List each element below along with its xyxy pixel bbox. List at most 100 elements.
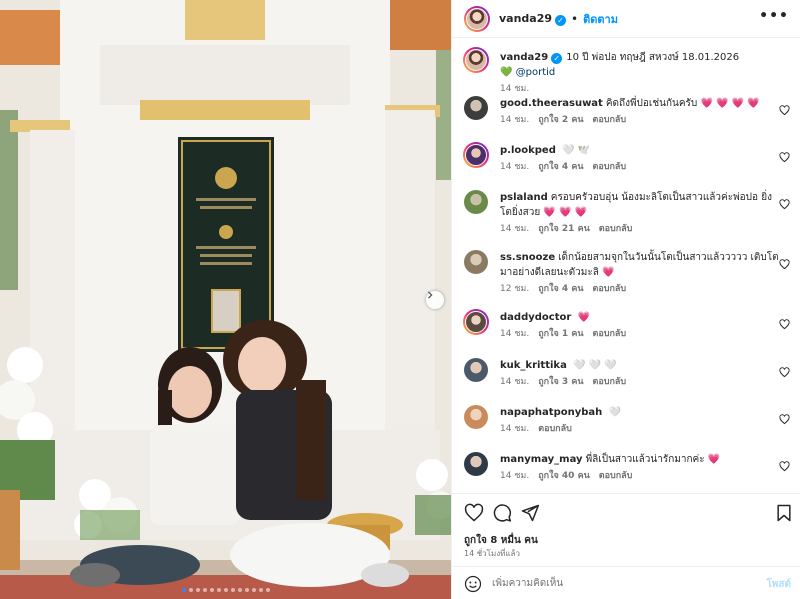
post-actions: ถูกใจ 8 หมื่น คน 14 ชั่วโมงที่แล้ว — [452, 493, 800, 563]
carousel-dot — [230, 588, 235, 592]
author-username[interactable]: vanda29 ✓ — [499, 11, 567, 26]
commenter-avatar[interactable] — [464, 250, 488, 274]
author-avatar[interactable] — [464, 5, 490, 32]
follow-button[interactable]: ติดตาม — [583, 10, 618, 28]
commenter-username[interactable]: ss.snooze — [500, 252, 555, 263]
post-photo[interactable] — [0, 0, 451, 599]
comment-text: คิดถึงพี่ปอเช่นกันครับ — [605, 98, 698, 109]
comment-emoji: 💗 💗 💗 💗 — [700, 98, 760, 109]
carousel-dot — [265, 588, 270, 592]
comment-body: pslaland ครอบครัวอบอุ่น น้องมะลิโตเป็นสาว… — [500, 190, 780, 235]
commenter-username[interactable]: good.theerasuwat — [500, 98, 603, 109]
reply-button[interactable]: ตอบกลับ — [593, 115, 627, 125]
reply-button[interactable]: ตอบกลับ — [599, 471, 633, 481]
comment-emoji: 💗 — [602, 267, 615, 278]
carousel-dot — [188, 588, 193, 592]
avatar-image — [465, 311, 487, 333]
post-comment-button[interactable]: โพสต์ — [766, 577, 791, 592]
comment-likes[interactable]: ถูกใจ 1 คน — [538, 329, 583, 339]
commenter-username[interactable]: pslaland — [500, 192, 548, 203]
comment-icon[interactable] — [492, 503, 512, 523]
commenter-avatar[interactable] — [463, 309, 489, 335]
save-bookmark-icon[interactable] — [774, 503, 794, 523]
comment-likes[interactable]: ถูกใจ 40 คน — [538, 471, 590, 481]
commenter-username[interactable]: manymay_may — [500, 454, 583, 465]
comment-likes[interactable]: ถูกใจ 4 คน — [538, 162, 583, 172]
carousel-dot — [237, 588, 242, 592]
carousel-dot — [244, 588, 249, 592]
comment-body: good.theerasuwat คิดถึงพี่ปอเช่นกันครับ 💗… — [500, 96, 780, 126]
comment-emoji: 💗 💗 💗 — [543, 207, 588, 218]
commenter-username[interactable]: daddydoctor — [500, 312, 571, 323]
commenter-username[interactable]: napaphatponybah — [500, 407, 602, 418]
reply-button[interactable]: ตอบกลับ — [538, 424, 572, 434]
comment-emoji: 💗 — [707, 454, 721, 465]
comment-body: manymay_may พี่ลิเป็นสาวแล้วน่ารักมากค่ะ … — [500, 452, 780, 482]
comment-likes[interactable]: ถูกใจ 3 คน — [538, 377, 583, 387]
comment-emoji: 🤍 🕊️ — [562, 145, 591, 156]
comment-time: 14 ชม. — [500, 115, 530, 125]
comment-likes[interactable]: ถูกใจ 2 คน — [538, 115, 583, 125]
post-header: vanda29 ✓ • ติดตาม ••• — [452, 0, 800, 38]
commenter-avatar[interactable] — [464, 405, 488, 429]
caption-emoji: 💚 — [500, 67, 513, 78]
comment-like-heart-icon[interactable] — [779, 259, 790, 270]
carousel-next-button[interactable] — [426, 291, 444, 309]
carousel-dots — [0, 588, 451, 592]
header-separator: • — [571, 11, 579, 26]
reply-button[interactable]: ตอบกลับ — [599, 224, 633, 234]
caption-username[interactable]: vanda29 — [500, 52, 548, 63]
avatar-image — [465, 49, 487, 71]
comment-composer: โพสต์ — [452, 566, 800, 599]
comments-list[interactable]: vanda29 ✓ 10 ปี พ่อปอ ทฤษฎี สหวงษ์ 18.01.2… — [452, 38, 800, 493]
reply-button[interactable]: ตอบกลับ — [593, 329, 627, 339]
commenter-username[interactable]: kuk_krittika — [500, 360, 567, 371]
comment-like-heart-icon[interactable] — [779, 367, 790, 378]
caption-body: vanda29 ✓ 10 ปี พ่อปอ ทฤษฎี สหวงษ์ 18.01.2… — [500, 50, 780, 95]
reply-button[interactable]: ตอบกลับ — [593, 377, 627, 387]
reply-button[interactable]: ตอบกลับ — [593, 162, 627, 172]
chevron-right-icon — [427, 291, 433, 299]
avatar-image — [466, 7, 488, 30]
comment-body: napaphatponybah 🤍 14 ชม. ตอบกลับ — [500, 405, 780, 435]
comment-like-heart-icon[interactable] — [779, 319, 790, 330]
commenter-avatar[interactable] — [464, 96, 488, 120]
post-timestamp[interactable]: 14 ชั่วโมงที่แล้ว — [464, 547, 520, 560]
carousel-dot — [181, 588, 186, 592]
comment-like-heart-icon[interactable] — [779, 199, 790, 210]
commenter-username[interactable]: p.lookped — [500, 145, 556, 156]
comment-like-heart-icon[interactable] — [779, 152, 790, 163]
reply-button[interactable]: ตอบกลับ — [593, 284, 627, 294]
photo-illustration — [0, 0, 451, 599]
comment-time: 14 ชม. — [500, 162, 530, 172]
comment-time: 14 ชม. — [500, 329, 530, 339]
verified-badge-icon: ✓ — [555, 15, 567, 26]
more-options-icon[interactable]: ••• — [759, 8, 789, 24]
comment-like-heart-icon[interactable] — [779, 461, 790, 472]
emoji-icon[interactable] — [464, 575, 482, 593]
share-send-icon[interactable] — [520, 503, 540, 523]
caption-text: 10 ปี พ่อปอ ทฤษฎี สหวงษ์ 18.01.2026 — [566, 52, 740, 63]
carousel-dot — [195, 588, 200, 592]
caption-avatar[interactable] — [463, 47, 489, 73]
comment-emoji: 🤍 — [608, 407, 621, 418]
comment-like-heart-icon[interactable] — [779, 414, 790, 425]
commenter-avatar[interactable] — [464, 358, 488, 382]
commenter-avatar[interactable] — [464, 190, 488, 214]
comment-body: ss.snooze เด็กน้อยสามจุกในวันนั้นโตเป็นสา… — [500, 250, 780, 295]
add-comment-input[interactable] — [492, 573, 742, 593]
comment-time: 14 ชม. — [500, 424, 530, 434]
commenter-avatar[interactable] — [463, 142, 489, 168]
comment-likes[interactable]: ถูกใจ 21 คน — [538, 224, 590, 234]
carousel-dot — [223, 588, 228, 592]
like-heart-icon[interactable] — [464, 503, 484, 523]
carousel-dot — [216, 588, 221, 592]
likes-count[interactable]: ถูกใจ 8 หมื่น คน — [464, 533, 538, 548]
commenter-avatar[interactable] — [464, 452, 488, 476]
comment-likes[interactable]: ถูกใจ 4 คน — [538, 284, 583, 294]
caption-mention-link[interactable]: @portid — [516, 67, 556, 78]
carousel-dot — [258, 588, 263, 592]
comment-body: p.lookped 🤍 🕊️ 14 ชม. ถูกใจ 4 คน ตอบกลับ — [500, 143, 780, 173]
comment-like-heart-icon[interactable] — [779, 105, 790, 116]
caption-time: 14 ชม. — [500, 84, 530, 94]
